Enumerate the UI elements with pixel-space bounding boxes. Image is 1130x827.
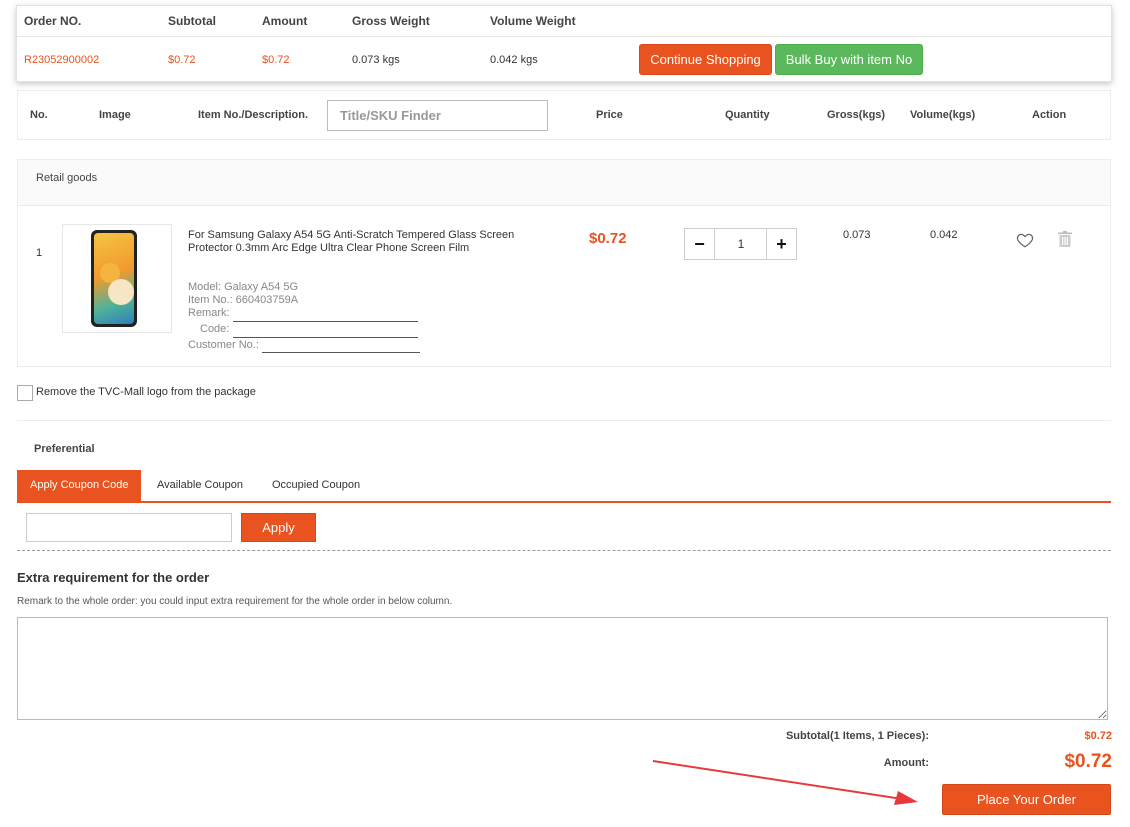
order-summary-panel: Order NO. Subtotal Amount Gross Weight V… <box>16 5 1112 82</box>
coupon-tabs: Apply Coupon Code Available Coupon Occup… <box>17 470 1111 503</box>
extra-requirement-description: Remark to the whole order: you could inp… <box>17 596 453 607</box>
divider <box>17 420 1111 421</box>
tab-occupied-coupon[interactable]: Occupied Coupon <box>272 470 360 501</box>
place-order-button[interactable]: Place Your Order <box>942 784 1111 815</box>
retail-goods-title: Retail goods <box>36 172 98 184</box>
dashed-divider <box>17 550 1111 551</box>
subtotal-value: $0.72 <box>168 54 196 66</box>
tab-apply-coupon-code[interactable]: Apply Coupon Code <box>17 470 142 501</box>
item-gross: 0.073 <box>843 229 871 241</box>
extra-requirement-title: Extra requirement for the order <box>17 570 210 585</box>
item-price: $0.72 <box>589 230 627 247</box>
item-index: 1 <box>36 247 43 259</box>
remark-label: Remark: <box>188 307 230 319</box>
gross-weight-value: 0.073 kgs <box>352 54 400 66</box>
customer-no-field[interactable] <box>262 352 420 353</box>
retail-goods-header: Retail goods <box>18 160 1110 206</box>
trash-icon[interactable] <box>1058 231 1072 247</box>
col-quantity: Quantity <box>725 109 770 121</box>
plus-icon[interactable]: + <box>766 229 796 259</box>
order-remark-textarea[interactable] <box>17 617 1108 720</box>
product-model: Model: Galaxy A54 5G <box>188 281 299 293</box>
phone-image <box>91 230 137 327</box>
apply-coupon-button[interactable]: Apply <box>241 513 316 542</box>
subtotal-label: Subtotal(1 Items, 1 Pieces): <box>785 730 929 742</box>
order-summary-header: Order NO. Subtotal Amount Gross Weight V… <box>17 6 1111 37</box>
item-volume: 0.042 <box>930 229 958 241</box>
coupon-code-input[interactable] <box>26 513 232 542</box>
sku-finder-input[interactable] <box>327 100 548 131</box>
retail-goods-section: Retail goods 1 For Samsung Galaxy A54 5G… <box>17 159 1111 367</box>
col-price: Price <box>596 109 623 121</box>
customer-no-label: Customer No.: <box>188 339 259 351</box>
amount-total: $0.72 <box>1064 751 1112 772</box>
col-item: Item No./Description. <box>198 109 309 121</box>
subtotal-total: $0.72 <box>1084 730 1112 742</box>
tab-available-coupon[interactable]: Available Coupon <box>157 470 243 501</box>
heart-icon[interactable] <box>1016 231 1034 249</box>
volume-weight-value: 0.042 kgs <box>490 54 538 66</box>
col-volume: Volume(kgs) <box>910 109 976 121</box>
col-image: Image <box>99 109 131 121</box>
subtotal-header: Subtotal <box>168 14 216 28</box>
order-no-value: R23052900002 <box>24 54 100 66</box>
col-no: No. <box>30 109 48 121</box>
amount-header: Amount <box>262 14 308 28</box>
minus-icon[interactable]: − <box>685 229 715 259</box>
product-image[interactable] <box>62 224 172 333</box>
annotation-arrow-icon <box>652 760 918 805</box>
code-label: Code: <box>200 323 230 335</box>
order-no-header: Order NO. <box>24 14 82 28</box>
code-field[interactable] <box>233 337 418 338</box>
cart-table-header: No. Image Item No./Description. Price Qu… <box>17 90 1111 140</box>
product-description[interactable]: For Samsung Galaxy A54 5G Anti-Scratch T… <box>188 229 548 255</box>
col-action: Action <box>1032 109 1067 121</box>
product-item-no: Item No.: 660403759A <box>188 294 299 306</box>
continue-shopping-button[interactable]: Continue Shopping <box>639 44 772 75</box>
preferential-title: Preferential <box>34 443 95 455</box>
amount-value: $0.72 <box>262 54 290 66</box>
bulk-buy-button[interactable]: Bulk Buy with item No <box>775 44 923 75</box>
remove-logo-label: Remove the TVC-Mall logo from the packag… <box>36 386 256 398</box>
remark-field[interactable] <box>233 321 418 322</box>
col-gross: Gross(kgs) <box>827 109 886 121</box>
volume-weight-header: Volume Weight <box>490 14 576 28</box>
gross-weight-header: Gross Weight <box>352 14 430 28</box>
quantity-input[interactable] <box>716 229 766 259</box>
remove-logo-checkbox[interactable] <box>17 385 33 401</box>
quantity-stepper: − + <box>684 228 797 260</box>
